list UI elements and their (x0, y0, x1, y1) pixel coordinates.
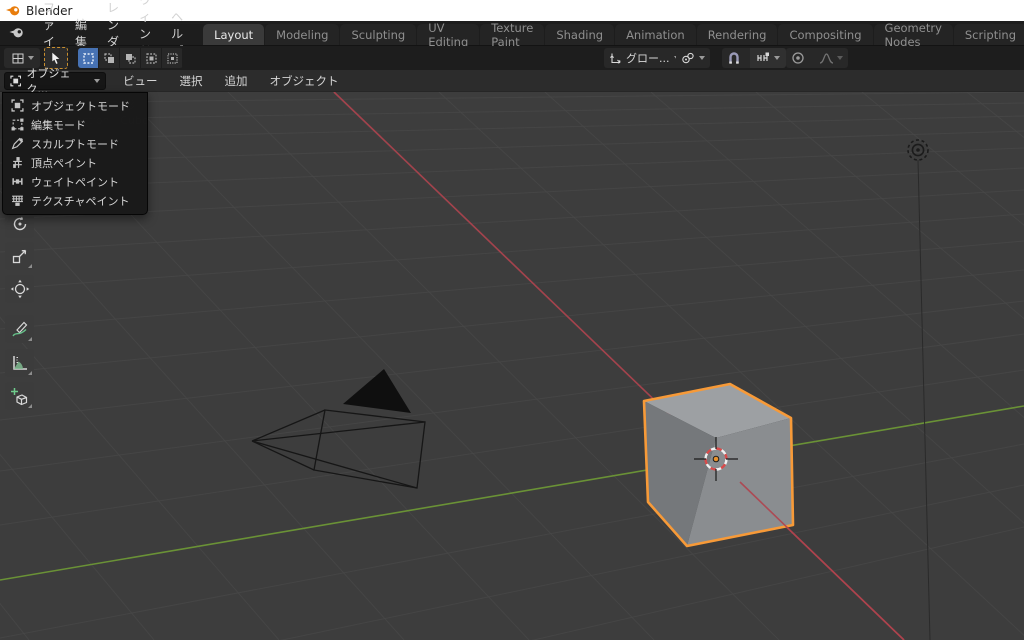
light-object[interactable] (907, 139, 931, 640)
viewport-menu-view[interactable]: ビュー (112, 73, 169, 89)
subtool-indicator (28, 404, 32, 408)
orientation-label: グロー... (626, 52, 670, 65)
proportional-circle-icon (792, 52, 804, 64)
menu-file[interactable]: ファイル (33, 1, 65, 66)
snap-to-dropdown[interactable] (750, 48, 786, 68)
tool-settings-bar: グロー... (0, 46, 1024, 70)
chevron-down-icon (837, 56, 843, 60)
texture-paint-icon (12, 195, 23, 206)
pivot-point-dropdown[interactable] (676, 48, 710, 68)
tab-texture-paint[interactable]: Texture Paint (480, 21, 545, 49)
axis-x-red-front (739, 481, 905, 640)
mode-dropdown[interactable]: オブジェク... (4, 67, 106, 96)
tool-scale-button[interactable] (5, 242, 34, 270)
grid-lines-y (0, 92, 1024, 640)
menubar: ファイル 編集 レンダー ウィンドウ ヘルプ Layout Modeling S… (0, 0, 1024, 75)
tab-rendering[interactable]: Rendering (696, 24, 778, 45)
falloff-curve-icon (819, 52, 834, 64)
mode-menu-item-sculpt-mode[interactable]: スカルプトモード (3, 134, 147, 153)
tab-sculpting[interactable]: Sculpting (340, 24, 417, 45)
object-mode-icon (11, 99, 24, 112)
mode-menu-item-vertex-paint[interactable]: 頂点ペイント (3, 153, 147, 172)
snapping-group (722, 48, 786, 68)
tool-add-cube-button[interactable] (5, 382, 34, 410)
app-menu-button[interactable] (0, 21, 33, 45)
tab-uv-editing[interactable]: UV Editing (417, 21, 480, 49)
menu-help[interactable]: ヘルプ (161, 10, 193, 58)
select-mode-subtract-button[interactable] (120, 48, 141, 68)
snap-increment-icon (757, 52, 769, 61)
tool-transform-button[interactable] (5, 275, 34, 303)
sculpt-mode-icon (11, 137, 24, 150)
menu-window[interactable]: ウィンドウ (129, 0, 161, 75)
grid-lines-x (0, 92, 1024, 640)
proportional-edit-toggle[interactable] (786, 48, 810, 68)
subtool-indicator (28, 337, 32, 341)
select-mode-invert-button[interactable] (141, 48, 162, 68)
select-mode-intersect-button[interactable] (162, 48, 183, 68)
viewport-3d[interactable]: ユーザー・透視投影 (1) Collection | Cube (0, 92, 1024, 640)
pivot-point-icon (682, 52, 694, 63)
viewport-scene (0, 92, 1024, 640)
chevron-down-icon (27, 56, 34, 60)
proportional-edit-group (786, 48, 848, 68)
blender-logo-icon (6, 5, 20, 15)
mode-menu-item-weight-paint[interactable]: ウェイトペイント (3, 172, 147, 191)
tab-layout[interactable]: Layout (203, 24, 265, 45)
titlebar: Blender (0, 0, 1024, 21)
chevron-down-icon (774, 56, 780, 60)
viewport-menu-add[interactable]: 追加 (214, 73, 259, 89)
magnet-icon (729, 52, 739, 64)
tab-shading[interactable]: Shading (545, 24, 615, 45)
scale-tool-icon (12, 249, 26, 264)
camera-object[interactable] (251, 369, 426, 489)
select-mode-group (78, 48, 183, 68)
tool-measure-button[interactable] (5, 349, 34, 377)
viewport-header: オブジェク... ビュー 選択 追加 オブジェクト (0, 67, 1024, 96)
object-mode-icon (10, 75, 22, 87)
mode-menu-item-edit-mode[interactable]: 編集モード (3, 115, 147, 134)
weight-paint-icon (12, 178, 23, 185)
tab-geometry-nodes[interactable]: Geometry Nodes (873, 21, 953, 49)
orientation-axes-icon (610, 53, 621, 63)
chevron-down-icon (699, 56, 705, 60)
mode-menu-item-object-mode[interactable]: オブジェクトモード (3, 96, 147, 115)
viewport-menu-object[interactable]: オブジェクト (259, 73, 350, 89)
viewport-editor-icon (12, 53, 23, 63)
rotate-tool-icon (13, 216, 26, 231)
blender-window: Blender ファイル 編集 レンダー ウィンドウ ヘルプ Layout Mo… (0, 0, 1024, 640)
select-mode-extend-button[interactable] (99, 48, 120, 68)
transform-tool-icon (10, 279, 29, 299)
camera-up-triangle (343, 369, 411, 413)
subtool-indicator (28, 371, 32, 375)
blender-logo-icon (9, 28, 23, 38)
menu-render[interactable]: レンダー (97, 1, 129, 66)
cube-object[interactable] (642, 382, 795, 548)
proportional-falloff-dropdown[interactable] (814, 48, 848, 68)
transform-orientation-dropdown[interactable]: グロー... (604, 48, 685, 68)
menu-edit[interactable]: 編集 (65, 18, 97, 49)
measure-tool-icon (12, 356, 27, 370)
tab-animation[interactable]: Animation (615, 24, 696, 45)
mode-dropdown-menu: オブジェクトモード 編集モード スカルプトモード 頂点ペイント ウェイトペイント… (2, 92, 148, 215)
viewport-menus: ビュー 選択 追加 オブジェクト (112, 73, 350, 89)
workspace-tabs: Layout Modeling Sculpting UV Editing Tex… (203, 21, 1024, 49)
edit-mode-icon (11, 118, 24, 131)
chevron-down-icon (94, 79, 100, 83)
mode-menu-item-texture-paint[interactable]: テクスチャペイント (3, 191, 147, 210)
subtool-indicator (28, 264, 32, 268)
annotate-pen-icon (11, 321, 27, 337)
tab-modeling[interactable]: Modeling (265, 24, 340, 45)
cursor-arrow-icon (51, 51, 61, 65)
tab-scripting[interactable]: Scripting (953, 24, 1024, 45)
vertex-paint-icon (13, 157, 22, 168)
tab-compositing[interactable]: Compositing (778, 24, 873, 45)
add-cube-icon (11, 387, 28, 405)
snap-toggle-button[interactable] (722, 48, 746, 68)
viewport-menu-select[interactable]: 選択 (169, 73, 214, 89)
tool-annotate-button[interactable] (5, 315, 34, 343)
